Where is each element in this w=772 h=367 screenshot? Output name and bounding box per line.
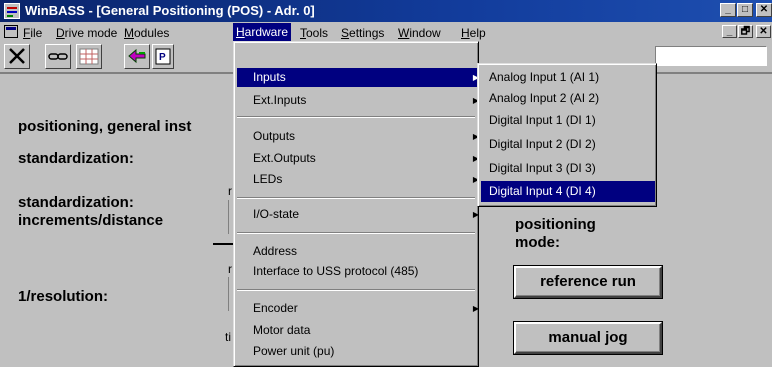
mdi-minimize-button[interactable]: _ [722,25,737,38]
document-icon[interactable] [4,25,18,38]
submenu-item-analog-input-2[interactable]: Analog Input 2 (AI 2) [481,88,655,109]
menu-item-power-unit[interactable]: Power unit (pu) [237,342,485,361]
standardization-increments-label-1: standardization: [18,194,134,211]
menu-hardware[interactable]: Hardware [233,23,292,41]
hardware-menu: Inputs ▶ Ext.Inputs ▶ Outputs ▶ Ext.Outputs… [233,41,485,367]
standardization-label: standardization: [18,150,134,167]
menu-help[interactable]: Help [458,25,489,41]
mdi-restore-button[interactable]: 🗗 [738,25,753,38]
menu-item-address[interactable]: Address [237,242,485,261]
submenu-item-digital-input-1[interactable]: Digital Input 1 (DI 1) [481,110,655,131]
maximize-button[interactable]: □ [737,3,753,17]
grid-icon[interactable] [76,44,102,69]
arrow-left-icon[interactable] [124,44,150,69]
menu-drive-mode[interactable]: Drive mode [53,25,120,41]
submenu-item-digital-input-2[interactable]: Digital Input 2 (DI 2) [481,134,655,155]
menu-item-leds[interactable]: LEDs ▶ [237,170,485,189]
positioning-mode-label-2: mode: [515,234,560,251]
title-bar: WinBASS - [General Positioning (POS) - A… [0,0,772,22]
mdi-close-button[interactable]: ✕ [756,25,771,38]
divider [228,277,229,311]
resolution-label: 1/resolution: [18,288,109,305]
positioning-mode-label-1: positioning [515,216,596,233]
menu-separator [237,232,475,234]
positioning-general-label: positioning, general inst [18,118,192,135]
menu-item-io-state[interactable]: I/O-state ▶ [237,205,485,224]
menu-modules[interactable]: Modules [121,25,172,41]
toolbar-field[interactable] [655,46,767,66]
menu-window[interactable]: Window [395,25,444,41]
parameter-icon[interactable]: P [152,44,174,69]
menu-item-inputs[interactable]: Inputs ▶ [237,68,485,87]
field-fragment: ti [225,330,231,344]
menu-item-ext-inputs[interactable]: Ext.Inputs ▶ [237,91,485,110]
standardization-increments-label-2: increments/distance [18,212,164,229]
field-fragment: r [228,184,232,198]
minimize-button[interactable]: _ [720,3,736,17]
divider [228,200,229,234]
svg-text:P: P [159,52,166,63]
menu-settings[interactable]: Settings [338,25,387,41]
menu-separator [237,289,475,291]
menu-file[interactable]: File [20,25,45,41]
submenu-item-analog-input-1[interactable]: Analog Input 1 (AI 1) [481,67,655,88]
window-title: WinBASS - [General Positioning (POS) - A… [25,3,315,18]
menu-item-motor-data[interactable]: Motor data [237,321,485,340]
close-x-icon[interactable] [4,44,30,69]
menu-item-encoder[interactable]: Encoder ▶ [237,299,485,318]
menu-item-ext-outputs[interactable]: Ext.Outputs ▶ [237,149,485,168]
submenu-item-digital-input-3[interactable]: Digital Input 3 (DI 3) [481,158,655,179]
menu-item-uss-interface[interactable]: Interface to USS protocol (485) [237,262,485,281]
menu-tools[interactable]: Tools [297,25,331,41]
menu-item-outputs[interactable]: Outputs ▶ [237,127,485,146]
manual-jog-button[interactable]: manual jog [514,322,662,354]
reference-run-button[interactable]: reference run [514,266,662,298]
inputs-submenu: Analog Input 1 (AI 1) Analog Input 2 (AI… [477,63,657,207]
link-icon[interactable] [45,44,71,69]
field-fragment: r [228,262,232,276]
menu-separator [237,116,475,118]
close-button[interactable]: ✕ [756,3,772,17]
menu-separator [237,197,475,199]
app-icon[interactable] [4,3,20,19]
submenu-item-digital-input-4[interactable]: Digital Input 4 (DI 4) [481,181,655,202]
